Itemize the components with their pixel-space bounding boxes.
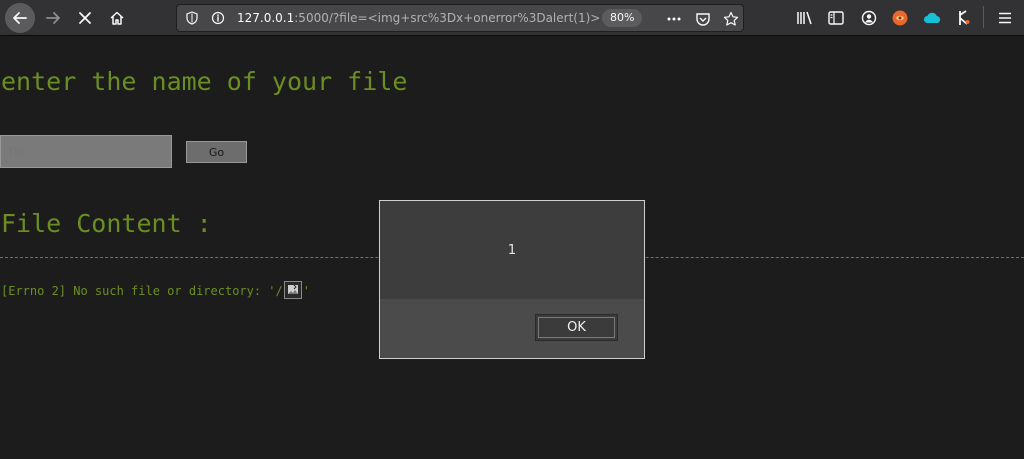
dialog-body: 1 bbox=[380, 201, 644, 299]
page-heading: enter the name of your file bbox=[1, 67, 408, 96]
arrow-right-icon bbox=[46, 12, 60, 24]
error-message: [Errno 2] No such file or directory: '/ … bbox=[1, 281, 310, 300]
arrow-left-icon bbox=[13, 12, 27, 24]
error-prefix: [Errno 2] No such file or directory: '/ bbox=[1, 284, 283, 298]
sidebar-icon[interactable] bbox=[826, 8, 846, 28]
stop-button[interactable] bbox=[71, 4, 99, 32]
home-button[interactable] bbox=[103, 4, 131, 32]
back-button[interactable] bbox=[5, 3, 35, 33]
menu-icon[interactable] bbox=[995, 8, 1015, 28]
zoom-indicator[interactable]: 80% bbox=[602, 9, 643, 27]
browser-toolbar: 127.0.0.1:5000/?file=<img+src%3Dx+onerro… bbox=[0, 0, 1024, 36]
bookmark-star-icon[interactable] bbox=[721, 9, 741, 29]
pocket-icon[interactable] bbox=[693, 9, 713, 29]
home-icon bbox=[110, 11, 124, 25]
forward-button[interactable] bbox=[39, 4, 67, 32]
cloud-icon[interactable] bbox=[922, 8, 942, 28]
account-icon[interactable] bbox=[859, 8, 879, 28]
url-host: 127.0.0.1 bbox=[237, 11, 295, 25]
broken-image-icon bbox=[283, 281, 302, 299]
dialog-message: 1 bbox=[507, 243, 517, 258]
url-path: :5000/?file=<img+src%3Dx+onerror%3Dalert… bbox=[294, 11, 601, 25]
go-button[interactable]: Go bbox=[186, 141, 247, 163]
extension-orange-icon[interactable] bbox=[890, 8, 910, 28]
extension-figure-icon[interactable] bbox=[954, 8, 974, 28]
file-content-heading: File Content : bbox=[1, 209, 212, 238]
toolbar-separator bbox=[983, 6, 984, 28]
url-text[interactable]: 127.0.0.1:5000/?file=<img+src%3Dx+onerro… bbox=[237, 11, 600, 25]
close-icon bbox=[79, 12, 91, 24]
info-icon[interactable] bbox=[209, 9, 227, 27]
error-suffix: ' bbox=[302, 284, 310, 298]
url-bar[interactable]: 127.0.0.1:5000/?file=<img+src%3Dx+onerro… bbox=[176, 4, 744, 32]
ok-button[interactable]: OK bbox=[535, 314, 618, 341]
shield-icon[interactable] bbox=[183, 9, 201, 27]
library-icon[interactable] bbox=[795, 8, 815, 28]
alert-dialog: 1 OK bbox=[379, 200, 645, 359]
file-input[interactable] bbox=[0, 135, 172, 168]
page-actions-icon[interactable] bbox=[664, 9, 684, 29]
